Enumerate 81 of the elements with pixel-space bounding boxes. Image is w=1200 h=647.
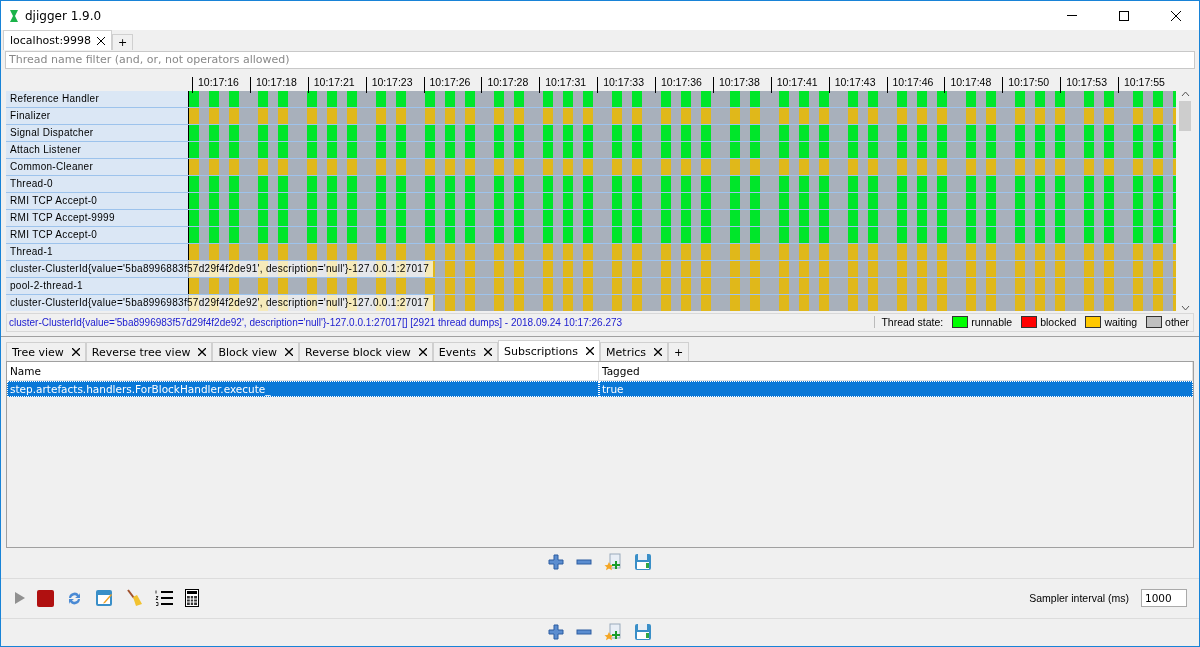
time-axis-label: 10:17:36 — [661, 75, 702, 88]
thread-name-cell: pool-2-thread-1 — [6, 277, 188, 294]
thread-name-cell: cluster-ClusterId{value='5ba8996983f57d29f4f2de92', description='null'}-127.0.0.1:27017 — [6, 294, 434, 311]
time-axis-label: 10:17:31 — [545, 75, 587, 88]
maximize-icon — [1119, 10, 1129, 21]
thread-name-cell: Finalizer — [6, 107, 188, 124]
calculator-icon[interactable] — [185, 589, 199, 608]
add-icon[interactable] — [548, 553, 564, 570]
thread-name-cell: Thread-1 — [6, 243, 188, 260]
time-axis-label: 10:17:26 — [429, 75, 471, 88]
stop-icon[interactable] — [37, 589, 54, 607]
app-logo-icon — [9, 8, 19, 23]
status-text: cluster-ClusterId{value='5ba8996983f57d29f4f2de92', description='null'}-127.0.0.1:27017[] [2921 thread dumps] - 2018.09.24 10:17:26.273 — [8, 316, 624, 328]
sampler-interval-label: Sampler interval (ms) — [1029, 592, 1129, 605]
view-tab[interactable]: Events — [432, 342, 498, 362]
view-tab[interactable]: Subscriptions — [498, 340, 601, 362]
time-axis-label: 10:17:50 — [1008, 75, 1050, 88]
legend-label: blocked — [1040, 316, 1077, 329]
remove-icon[interactable] — [576, 629, 592, 636]
window-title: djigger 1.9.0 — [25, 8, 103, 23]
close-icon[interactable] — [418, 348, 427, 357]
broom-icon[interactable] — [125, 589, 143, 608]
close-icon[interactable] — [654, 348, 662, 357]
time-axis-label: 10:17:21 — [313, 75, 355, 88]
thread-name-cell: Common-Cleaner — [6, 158, 188, 175]
time-axis-label: 10:17:33 — [603, 75, 644, 88]
thread-name-cell: Reference Handler — [6, 90, 188, 107]
time-axis-label: 10:17:16 — [198, 75, 239, 88]
minimize-icon — [1067, 15, 1077, 16]
thread-name-cell: Signal Dispatcher — [6, 124, 188, 141]
time-axis-label: 10:17:38 — [718, 75, 760, 88]
column-header[interactable]: Name — [7, 362, 599, 382]
time-axis-label: 10:17:46 — [892, 75, 934, 88]
close-icon[interactable] — [198, 348, 207, 357]
column-header[interactable]: Tagged — [599, 362, 1193, 382]
view-tab[interactable]: Tree view — [6, 342, 86, 362]
close-icon[interactable] — [71, 348, 80, 357]
view-tab[interactable]: Metrics — [600, 342, 668, 362]
add-tab-button[interactable]: + — [668, 342, 690, 362]
close-icon[interactable] — [97, 36, 106, 45]
legend-label: waiting — [1104, 316, 1138, 329]
time-axis-label: 10:17:28 — [487, 75, 529, 88]
numbered-list-icon[interactable] — [155, 589, 173, 608]
sampler-interval-field[interactable]: 1000 — [1141, 589, 1187, 608]
view-tab[interactable]: Reverse block view — [299, 342, 433, 362]
scrollbar-thumb[interactable] — [1179, 100, 1191, 131]
remove-icon[interactable] — [576, 558, 592, 565]
star-add-icon[interactable] — [604, 623, 622, 642]
view-tab[interactable]: Reverse tree view — [85, 342, 213, 362]
scroll-down-icon[interactable] — [1180, 304, 1190, 311]
legend-label: other — [1165, 316, 1189, 329]
save-icon[interactable] — [634, 623, 652, 642]
time-axis-label: 10:17:23 — [371, 75, 413, 88]
thread-name-cell: Thread-0 — [6, 175, 188, 192]
thread-name-cell: RMI TCP Accept-0 — [6, 226, 188, 243]
time-axis-label: 10:17:43 — [834, 75, 876, 88]
play-icon[interactable] — [15, 592, 25, 605]
view-tab[interactable]: Block view — [212, 342, 299, 362]
legend-title: Thread state: — [881, 316, 944, 329]
close-icon — [1171, 10, 1181, 21]
add-tab-button[interactable]: + — [112, 34, 134, 50]
save-edit-icon[interactable] — [95, 589, 113, 608]
save-icon[interactable] — [634, 552, 652, 571]
time-axis-label: 10:17:48 — [950, 75, 992, 88]
thread-name-cell: cluster-ClusterId{value='5ba8996883f57d29f4f2de91', description='null'}-127.0.0.1:27017 — [6, 260, 434, 277]
legend-label: runnable — [971, 316, 1013, 329]
close-icon[interactable] — [586, 347, 595, 356]
scroll-up-icon[interactable] — [1180, 90, 1190, 97]
connection-tab[interactable]: localhost:9998 — [3, 30, 113, 50]
thread-name-cell: RMI TCP Accept-0 — [6, 192, 188, 209]
close-icon[interactable] — [285, 348, 293, 357]
add-icon[interactable] — [548, 624, 564, 641]
thread-filter-field[interactable]: Thread name filter (and, or, not operators allowed) — [5, 51, 1195, 69]
time-axis-label: 10:17:18 — [255, 75, 297, 88]
star-add-icon[interactable] — [604, 552, 622, 571]
close-icon[interactable] — [484, 348, 492, 357]
time-axis-label: 10:17:55 — [1124, 75, 1165, 88]
thread-name-cell: Attach Listener — [6, 141, 188, 158]
thread-name-cell: RMI TCP Accept-9999 — [6, 209, 188, 226]
time-axis-label: 10:17:53 — [1066, 75, 1107, 88]
time-axis-label: 10:17:41 — [776, 75, 818, 88]
